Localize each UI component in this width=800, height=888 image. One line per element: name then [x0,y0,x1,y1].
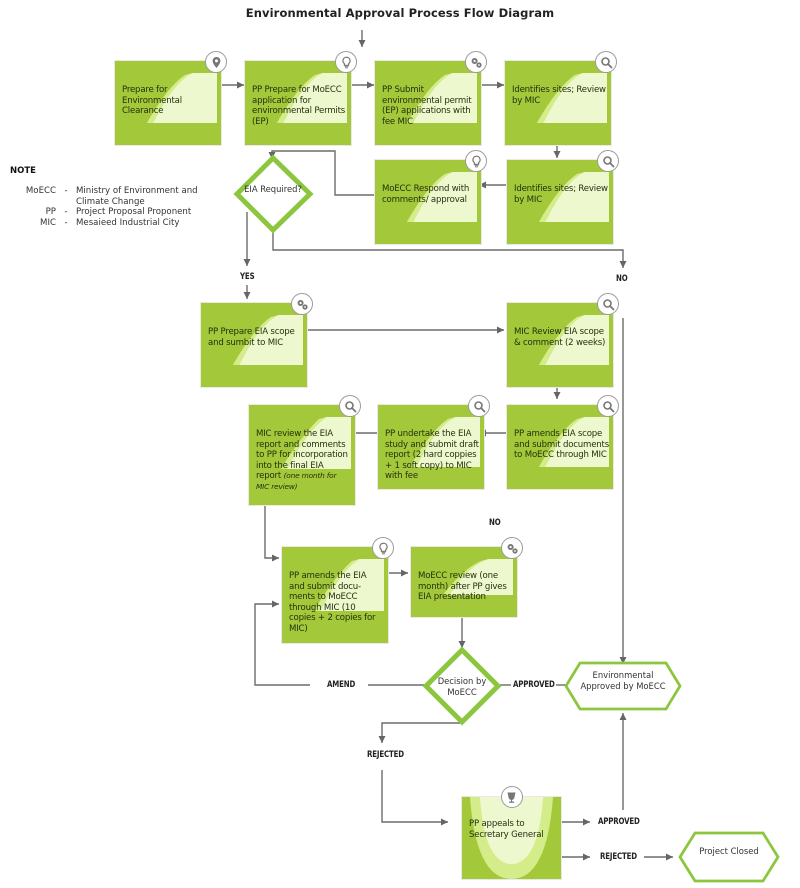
note-abbr: PP [45,207,56,217]
step-label: PP Prepare EIA scope and sumbit to MIC [208,327,295,348]
label-rejected-appeal: REJECTED [600,852,637,862]
step-amend-eia-scope: PP amends EIA scope and submit documents… [507,405,613,489]
step-label: Identifies sites; Review by MIC [512,85,606,106]
note-abbr: MoECC [25,186,56,196]
search-icon [339,395,361,417]
note-table: MoECC - Ministry of Environment and Clim… [10,186,228,228]
note-meaning: Mesaieed Industrial City [76,217,180,228]
label-no-mid: NO [489,518,501,528]
search-icon [597,150,619,172]
step-identify-sites-review-2: Identifies sites; Review by MIC [507,160,613,244]
gears-icon [291,293,313,315]
lightbulb-icon [372,537,394,559]
note-abbr: MIC [40,217,56,228]
step-moecc-review: MoECC review (one month) after PP gives … [411,547,517,617]
step-label: PP Prepare for MoECC application for env… [252,85,346,127]
step-label: MoECC review (one month) after PP gives … [418,571,507,603]
trophy-icon [500,786,523,808]
step-text: MIC Review EIA scope & comment (2 weeks) [514,327,609,348]
gears-icon [501,537,523,559]
gears-icon [465,51,487,73]
note-legend: NOTE MoECC - Ministry of Environment and… [10,166,228,228]
terminal-text-approved: Environmental Approved by MoECC [580,670,666,691]
lightbulb-icon [335,51,357,73]
label-amend: AMEND [327,680,356,690]
step-label: MIC Review EIA scope & comment (2 weeks) [514,327,606,348]
step-text: PP Submit environmental permit (EP) appl… [382,85,477,127]
step-label: Prepare for Environmental Clearance [122,85,182,117]
step-label: PP Submit environmental permit (EP) appl… [382,85,472,127]
search-icon [597,395,619,417]
step-submit-ep-application: PP Submit environmental permit (EP) appl… [375,61,481,145]
step-prepare-environmental-clearance: Prepare for Environmental Clearance [115,61,221,145]
step-text: MIC review the EIA report and comments t… [256,429,351,493]
connector-s11-s12 [264,504,279,562]
step-label: PP amends EIA scope and submit documents… [514,429,609,461]
note-sep: - [64,207,68,217]
step-undertake-eia-study: PP undertake the EIA study and submit dr… [378,405,484,489]
decision-text-eia-required: EIA Required? [244,184,302,194]
note-entry: MoECC - Ministry of Environment and Clim… [10,186,228,207]
step-moecc-respond: MoECC Respond with comments/ approval [375,160,481,244]
step-appeal-secretary-general: PP appeals to Secretary General [462,797,561,879]
label-rejected-decision: REJECTED [367,750,404,760]
label-approved-appeal: APPROVED [598,817,640,827]
note-sep: - [64,186,68,196]
step-text: Identifies sites; Review by MIC [512,85,607,106]
note-heading: NOTE [10,166,36,176]
connector-d2-rejected [378,722,462,743]
step-amend-eia-submit: PP amends the EIA and submit docu-ments … [282,547,388,643]
terminal-hexagon-closed [678,831,780,883]
step-label: MoECC Respond with comments/ approval [382,184,470,205]
step-text: PP amends the EIA and submit docu-ments … [289,571,384,635]
step-text: MoECC Respond with comments/ approval [382,184,477,205]
note-meaning: Ministry of Environment and Climate Chan… [76,186,198,207]
step-label: Identifies sites; Review by MIC [514,184,608,205]
note-sep: - [64,217,68,228]
search-icon [597,293,619,315]
step-text: Identifies sites; Review by MIC [514,184,609,205]
step-text: PP undertake the EIA study and submit dr… [385,429,480,482]
map-pin-icon [205,51,227,73]
step-mic-review-eia-scope: MIC Review EIA scope & comment (2 weeks) [507,303,613,387]
search-icon [468,395,490,417]
step-label: PP appeals to Secretary General [469,819,544,840]
step-text: PP Prepare EIA scope and sumbit to MIC [208,327,303,348]
note-entry: MIC - Mesaieed Industrial City [10,218,228,229]
step-text: MoECC review (one month) after PP gives … [418,571,513,603]
note-entry: PP - Project Proposal Proponent [10,207,228,218]
label-approved-decision: APPROVED [513,680,555,690]
step-label: PP undertake the EIA study and submit dr… [385,429,479,482]
flow-diagram: Environmental Approval Process Flow Diag… [0,0,800,888]
note-meaning: Project Proposal Proponent [76,207,192,217]
step-identify-sites-review-1: Identifies sites; Review by MIC [505,61,611,145]
step-prepare-moecc-application: PP Prepare for MoECC application for env… [245,61,351,145]
step-text: Prepare for Environmental Clearance [122,85,217,117]
step-text: PP amends EIA scope and submit documents… [514,429,609,461]
label-yes: YES [240,272,255,282]
step-mic-review-eia-report: MIC review the EIA report and comments t… [249,405,355,505]
terminal-text-closed: Project Closed [699,846,759,856]
label-no-top: NO [616,274,628,284]
decision-text-moecc: Decision by MoECC [437,676,487,697]
step-text: PP appeals to Secretary General [469,819,557,840]
lightbulb-icon [465,150,487,172]
step-text: PP Prepare for MoECC application for env… [252,85,347,127]
connector-rejected-s14 [381,770,448,826]
search-icon [595,51,617,73]
step-label: PP amends the EIA and submit docu-ments … [289,571,376,634]
step-prepare-eia-scope: PP Prepare EIA scope and sumbit to MIC [201,303,307,387]
